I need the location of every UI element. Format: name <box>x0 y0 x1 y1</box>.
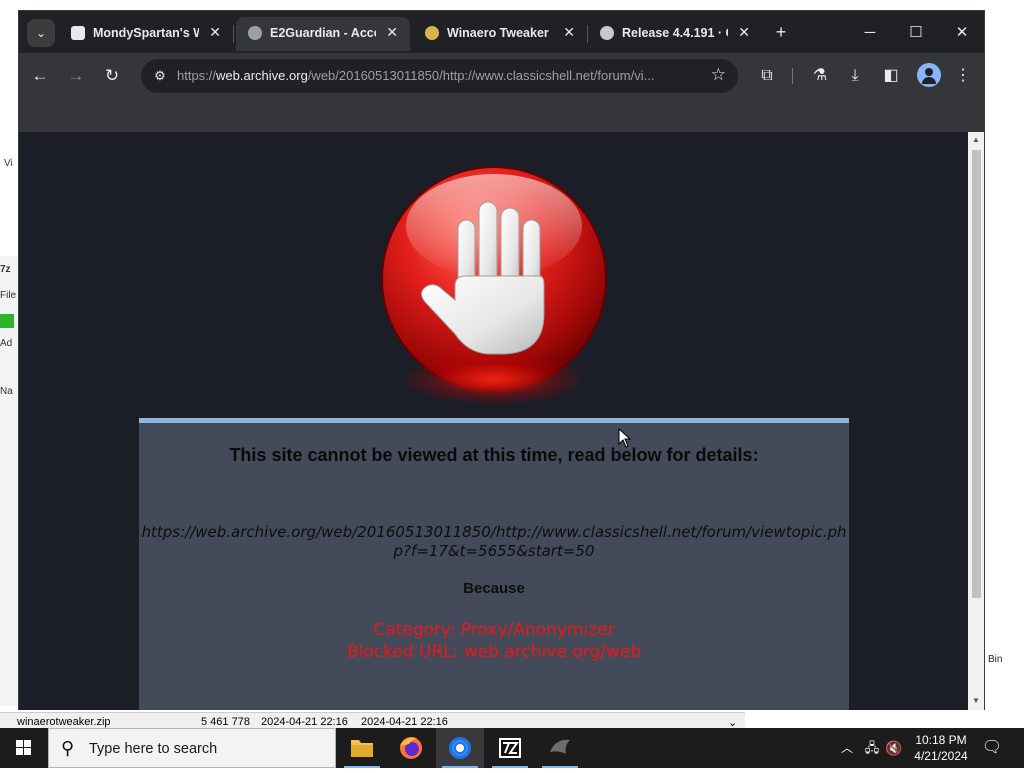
menu-kebab-icon[interactable]: ⋮ <box>950 63 976 89</box>
winaero-favicon-icon <box>425 26 439 40</box>
clock-date: 4/21/2024 <box>914 749 968 763</box>
labs-flask-icon[interactable]: ⚗ <box>807 63 833 89</box>
because-label: Because <box>463 580 525 597</box>
address-bar[interactable]: ⚙ https://web.archive.org/web/2016051301… <box>141 59 738 93</box>
tab-github-release[interactable]: Release 4.4.191 · Op ✕ <box>588 17 762 51</box>
block-heading: This site cannot be viewed at this time,… <box>229 445 759 465</box>
status-file-size: 5 461 778 <box>201 716 250 728</box>
search-placeholder: Type here to search <box>89 741 218 757</box>
firefox-icon[interactable] <box>387 728 435 768</box>
profile-avatar-icon[interactable] <box>917 63 941 87</box>
bookmark-star-icon[interactable]: ☆ <box>711 65 726 85</box>
notification-icon[interactable]: 🗨 <box>980 728 1004 768</box>
extensions-puzzle-icon[interactable]: ⧉ <box>754 63 780 89</box>
volume-muted-icon[interactable]: 🔇 <box>884 728 904 768</box>
tab-title: MondySpartan's W <box>93 26 199 40</box>
bookmarks-bar <box>19 99 984 133</box>
blocked-url-line-2: p?f=17&t=5655&start=50 <box>393 542 595 560</box>
url-path: /web/20160513011850/http://www.classicsh… <box>307 68 655 83</box>
tab-strip: ⌄ MondySpartan's W ✕ E2Guardian - Acces … <box>19 11 984 53</box>
tab-search-chevron-icon[interactable]: ⌄ <box>27 19 55 47</box>
search-icon: ⚲ <box>61 738 75 758</box>
tab-title: Release 4.4.191 · Op <box>622 26 728 40</box>
tab-close-icon[interactable]: ✕ <box>738 24 750 41</box>
reload-icon[interactable]: ↻ <box>99 63 125 89</box>
tab-mondyspartan[interactable]: MondySpartan's W ✕ <box>59 17 234 51</box>
7zip-add-label: Ad <box>0 338 13 349</box>
recycle-bin-label: Bin <box>988 654 1003 665</box>
scrollbar-thumb[interactable] <box>972 150 981 598</box>
stop-glow <box>405 354 583 404</box>
show-hidden-icons-chevron-icon[interactable]: ︿ <box>838 728 856 768</box>
tab-close-icon[interactable]: ✕ <box>209 24 221 41</box>
download-icon[interactable]: ⤓ <box>842 63 868 89</box>
taskbar-search-box[interactable]: ⚲ Type here to search <box>48 728 336 768</box>
tab-close-icon[interactable]: ✕ <box>386 24 398 41</box>
page-content: This site cannot be viewed at this time,… <box>19 132 968 710</box>
clock-time: 10:18 PM <box>915 733 967 747</box>
winaero-svg <box>550 739 570 754</box>
7zip-title-label: 7z <box>0 264 11 275</box>
tab-favicon-icon <box>71 26 85 40</box>
new-tab-plus-icon[interactable]: + <box>771 21 791 45</box>
back-arrow-icon[interactable]: ← <box>27 63 53 89</box>
blocked-url-reason: Blocked URL: web.archive.org/web <box>346 642 641 662</box>
status-modified: 2024-04-21 22:16 <box>261 716 348 728</box>
browser-toolbar: ← → ↻ ⚙ https://web.archive.org/web/2016… <box>19 53 984 99</box>
file-explorer-icon[interactable] <box>338 728 386 768</box>
tab-close-icon[interactable]: ✕ <box>563 24 575 41</box>
scroll-down-icon[interactable]: ▼ <box>971 696 981 705</box>
globe-icon <box>248 26 262 40</box>
winaero-taskbar-icon[interactable] <box>536 728 584 768</box>
firefox-svg <box>400 737 422 759</box>
7zip-svg <box>499 738 521 758</box>
stop-hand-icon <box>379 164 609 424</box>
desktop-label-vi: Vi <box>4 158 13 169</box>
network-icon[interactable]: 🖧 <box>862 728 882 768</box>
chrome-icon[interactable] <box>436 728 484 768</box>
mouse-cursor-icon <box>618 428 632 448</box>
url-host: web.archive.org <box>216 68 308 83</box>
blocked-url-text: https://web.archive.org/web/201605130118… <box>139 523 849 561</box>
tab-e2guardian[interactable]: E2Guardian - Acces ✕ <box>236 17 410 51</box>
status-created: 2024-04-21 22:16 <box>361 716 448 728</box>
minimize-icon[interactable]: ─ <box>847 19 893 47</box>
status-file-name: winaerotweaker.zip <box>17 716 111 728</box>
chrome-svg <box>449 737 471 759</box>
tab-separator <box>233 25 234 43</box>
side-panel-icon[interactable]: ◧ <box>878 63 904 89</box>
windows-logo-svg <box>16 740 31 755</box>
tab-title: E2Guardian - Acces <box>270 26 376 40</box>
browser-window: ⌄ MondySpartan's W ✕ E2Guardian - Acces … <box>18 10 985 710</box>
forward-arrow-icon[interactable]: → <box>63 63 89 89</box>
7zip-add-icon <box>0 314 14 328</box>
taskbar-clock[interactable]: 10:18 PM 4/21/2024 <box>906 732 976 764</box>
scroll-up-icon[interactable]: ▲ <box>971 135 981 144</box>
toolbar-separator <box>792 68 793 84</box>
blocked-url-line-1: https://web.archive.org/web/201605130118… <box>141 523 847 541</box>
close-window-icon[interactable]: ✕ <box>939 19 985 47</box>
block-message-box: This site cannot be viewed at this time,… <box>139 418 849 710</box>
page-scrollbar[interactable]: ▲ ▼ <box>968 132 984 710</box>
github-icon <box>600 26 614 40</box>
tab-winaero-tweaker[interactable]: Winaero Tweaker ✕ <box>413 17 588 51</box>
maximize-icon[interactable]: ☐ <box>893 19 939 47</box>
taskbar: ⚲ Type here to search ︿ 🖧 🔇 10:18 PM 4/2… <box>0 728 1024 768</box>
block-category: Category: Proxy/Anonymizer <box>373 620 615 640</box>
tab-title: Winaero Tweaker <box>447 26 549 40</box>
address-url[interactable]: https://web.archive.org/web/201605130118… <box>177 68 699 83</box>
7zip-menu-file: File <box>0 290 16 301</box>
7zip-taskbar-icon[interactable] <box>486 728 534 768</box>
windows-start-icon[interactable] <box>0 728 48 768</box>
7zip-name-column: Na <box>0 386 13 397</box>
url-prefix: https:// <box>177 68 217 83</box>
site-settings-icon[interactable]: ⚙ <box>151 67 169 85</box>
folder-svg <box>351 740 373 757</box>
